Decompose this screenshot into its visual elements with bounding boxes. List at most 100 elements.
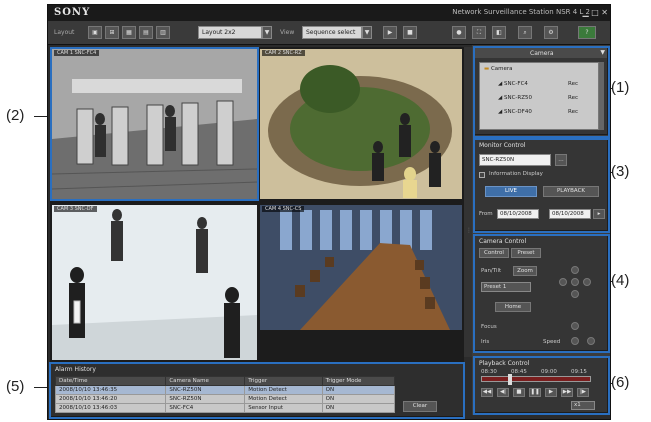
tile-caption: CAM 2 SNC-RZ <box>262 50 305 56</box>
chevron-down-icon[interactable]: ▼ <box>362 26 372 39</box>
timeline-tick: 09:15 <box>571 369 587 375</box>
column-header[interactable]: Camera Name <box>165 376 246 386</box>
live-button[interactable]: LIVE <box>485 186 537 197</box>
timeline-tick: 09:00 <box>541 369 557 375</box>
alarm-history-title: Alarm History <box>55 366 96 373</box>
arrow-left-icon[interactable] <box>559 278 567 286</box>
focus-button[interactable] <box>571 322 579 330</box>
camera-list-item[interactable]: ◢ SNC-RZ50 Rec <box>498 95 578 101</box>
brand-logo: SONY <box>54 7 91 18</box>
callout-3: (3) <box>611 163 630 180</box>
timeline-tick: 08:30 <box>481 369 497 375</box>
go-button[interactable]: ▸ <box>593 209 605 219</box>
camera-icon: ◢ <box>498 109 503 115</box>
title-bar: SONY Network Surveillance Station NSR 4 … <box>48 5 610 21</box>
folder-icon: ▬ <box>484 66 490 72</box>
view-dropdown[interactable]: Sequence select <box>302 26 362 39</box>
home-button[interactable]: Home <box>495 302 531 312</box>
focus-label: Focus <box>481 324 497 330</box>
snapshot-button[interactable]: ◧ <box>492 26 506 39</box>
ptz-center-button[interactable] <box>571 278 579 286</box>
view-label: View <box>280 29 295 36</box>
layout-dropdown[interactable]: Layout 2x2 <box>198 26 262 39</box>
column-header[interactable]: Date/Time <box>54 376 167 386</box>
conference-scene <box>260 205 462 330</box>
table-row[interactable]: 2008/10/10 13:46:35 SNC-RZ50N Motion Det… <box>54 385 396 395</box>
video-tile-1[interactable]: CAM 1 SNC-FC4 <box>52 49 257 199</box>
gear-icon[interactable]: ⚙ <box>544 26 558 39</box>
grid-layout-icon[interactable]: ⊞ <box>105 26 119 39</box>
zoom-button[interactable]: Zoom <box>513 266 537 276</box>
camera-list-title: Camera <box>530 50 554 57</box>
iris-near-button[interactable] <box>571 337 579 345</box>
search-button[interactable]: ⌕ <box>518 26 532 39</box>
maximize-icon[interactable]: □ <box>591 8 599 17</box>
scrollbar[interactable] <box>599 62 604 130</box>
right-panel: Camera ▼ ▬ Camera ◢ SNC-FC4 Rec ◢ SNC-RZ… <box>472 45 610 415</box>
column-header[interactable]: Trigger <box>244 376 323 386</box>
camera-list-panel: Camera ▼ ▬ Camera ◢ SNC-FC4 Rec ◢ SNC-RZ… <box>474 47 608 135</box>
timeline-tick: 08:45 <box>511 369 527 375</box>
rewind-icon[interactable]: ◀◀ <box>481 388 493 397</box>
fullscreen-icon[interactable]: ⛶ <box>472 26 486 39</box>
play-icon[interactable]: ▶ <box>545 388 557 397</box>
chevron-down-icon[interactable]: ▼ <box>600 49 605 56</box>
help-button[interactable]: ? <box>578 26 596 39</box>
from-label: From <box>479 211 493 217</box>
seek-knob[interactable] <box>508 374 512 385</box>
tab-control[interactable]: Control <box>479 248 509 258</box>
preset-dropdown[interactable]: Preset 1 <box>481 282 531 292</box>
from-date-field[interactable]: 08/10/2008 <box>497 209 539 219</box>
vertical-splitter[interactable]: ⋮ <box>464 47 472 357</box>
sixteen-view-button[interactable]: ▥ <box>156 26 170 39</box>
camera-list-item[interactable]: ◢ SNC-DF40 Rec <box>498 109 578 115</box>
monitor-area: CAM 1 SNC-FC4 CAM 2 SNC-RZ CAM 3 SNC-DF … <box>50 47 464 362</box>
video-tile-2[interactable]: CAM 2 SNC-RZ <box>260 49 462 199</box>
camera-control-panel: Camera Control Control Preset Pan/Tilt Z… <box>474 235 608 351</box>
column-header[interactable]: Trigger Mode <box>321 376 396 386</box>
stop-icon[interactable]: ■ <box>513 388 525 397</box>
video-tile-4[interactable]: CAM 4 SNC-CS <box>260 205 462 330</box>
info-display-checkbox[interactable] <box>479 172 485 178</box>
chevron-down-icon[interactable]: ▼ <box>262 26 272 39</box>
step-back-button[interactable]: ◀| <box>497 388 509 397</box>
speed-field[interactable]: x1 <box>571 401 595 410</box>
fast-forward-icon[interactable]: ▶▶ <box>561 388 573 397</box>
sequence-stop-button[interactable]: ■ <box>403 26 417 39</box>
table-row[interactable]: 2008/10/10 13:46:03 SNC-FC4 Sensor Input… <box>54 403 396 413</box>
to-date-field[interactable]: 08/10/2008 <box>549 209 591 219</box>
arrow-up-icon[interactable] <box>571 266 579 274</box>
window-buttons: ▁ □ ✕ <box>582 8 608 17</box>
single-view-button[interactable]: ▣ <box>88 26 102 39</box>
seek-bar[interactable] <box>481 374 591 385</box>
walkers-scene <box>52 205 257 360</box>
arrow-right-icon[interactable] <box>583 278 591 286</box>
arrow-down-icon[interactable] <box>571 290 579 298</box>
sequence-play-button[interactable]: ▶ <box>383 26 397 39</box>
callout-4: (4) <box>611 272 630 289</box>
camera-list-item[interactable]: ◢ SNC-FC4 Rec <box>498 81 578 87</box>
video-tile-3[interactable]: CAM 3 SNC-DF <box>52 205 257 360</box>
clear-button[interactable]: Clear <box>403 401 437 412</box>
iris-far-button[interactable] <box>587 337 595 345</box>
playback-button[interactable]: PLAYBACK <box>543 186 599 197</box>
close-icon[interactable]: ✕ <box>601 8 608 17</box>
monitor-control-title: Monitor Control <box>479 142 526 149</box>
record-button[interactable]: ● <box>452 26 466 39</box>
minimize-icon[interactable]: ▁ <box>582 8 588 17</box>
monitor-control-panel: Monitor Control SNC-RZ50N … Information … <box>474 139 608 231</box>
layout-label: Layout <box>54 29 75 36</box>
app-window: SONY Network Surveillance Station NSR 4 … <box>47 4 611 420</box>
nine-view-button[interactable]: ▤ <box>139 26 153 39</box>
step-forward-button[interactable]: |▶ <box>577 388 589 397</box>
camera-select-button[interactable]: … <box>555 154 567 166</box>
pause-icon[interactable]: ❚❚ <box>529 388 541 397</box>
tab-preset[interactable]: Preset <box>511 248 541 258</box>
table-row[interactable]: 2008/10/10 13:46:20 SNC-RZ50N Motion Det… <box>54 394 396 404</box>
playback-control-title: Playback Control <box>479 360 530 367</box>
camera-name-field[interactable]: SNC-RZ50N <box>479 154 551 166</box>
info-display-label: Information Display <box>489 171 543 177</box>
camera-tree-root[interactable]: ▬ Camera <box>484 66 513 72</box>
quad-view-button[interactable]: ▦ <box>122 26 136 39</box>
callout-5: (5) <box>6 378 25 395</box>
